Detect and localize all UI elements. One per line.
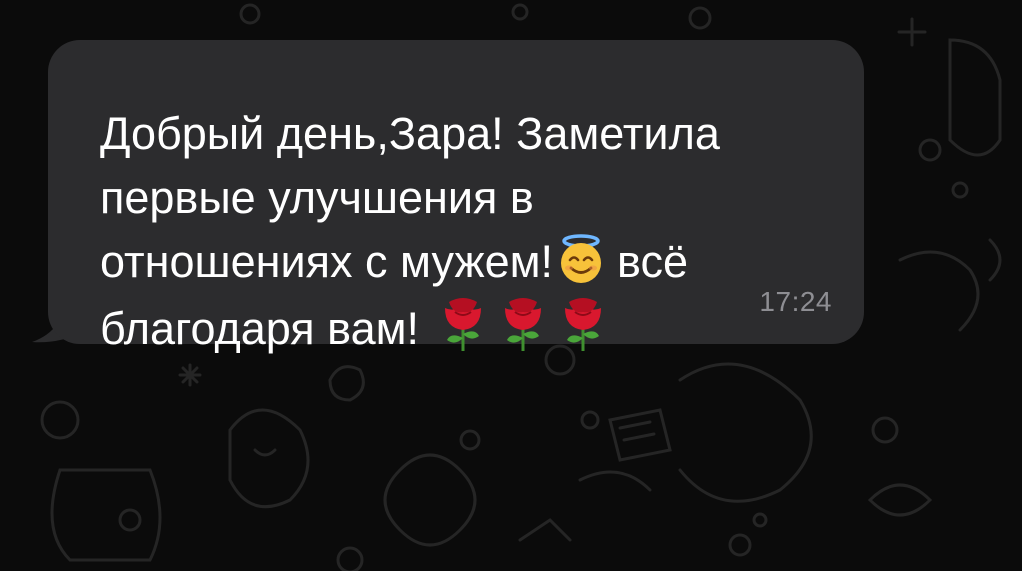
chat-view: Добрый день,Зара! Заметила первые улучше… [0,0,1022,571]
rose-icon [565,298,602,351]
message-line-4: благодаря вам! [100,294,820,361]
rose-icon [505,298,542,351]
message-bubble-body: Добрый день,Зара! Заметила первые улучше… [48,40,864,354]
smiling-face-with-halo-icon [561,234,602,283]
message-line-3-text: отношениях с мужем! [100,236,554,287]
message-line-4-text: благодаря вам! [100,303,420,354]
message-line-3-end: всё [617,236,688,287]
rose-icon [445,298,482,351]
message-timestamp: 17:24 [759,286,832,317]
message-text: Добрый день,Зара! Заметила первые улучше… [100,102,820,361]
message-line-2: первые улучшения в [100,172,534,223]
message-line-3: отношениях с мужем! всё [100,230,820,294]
message-line-1: Добрый день,Зара! Заметила [100,108,720,159]
message-bubble[interactable]: Добрый день,Зара! Заметила первые улучше… [28,40,864,354]
